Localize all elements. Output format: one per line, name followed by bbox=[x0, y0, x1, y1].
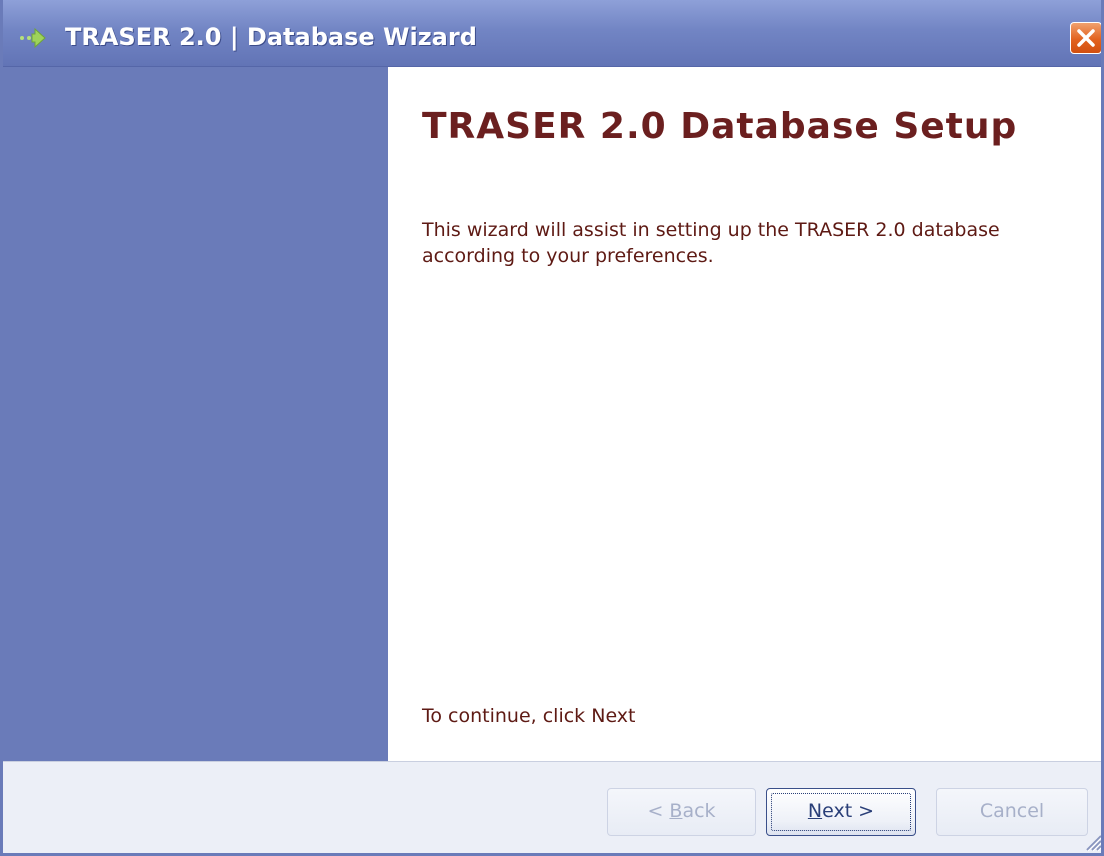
wizard-description: This wizard will assist in setting up th… bbox=[422, 219, 1000, 267]
title-bar[interactable]: TRASER 2.0 | Database Wizard bbox=[3, 0, 1101, 67]
continue-hint: To continue, click Next bbox=[422, 705, 636, 727]
wizard-content: TRASER 2.0 Database Setup This wizard wi… bbox=[388, 67, 1101, 761]
window-title: TRASER 2.0 | Database Wizard bbox=[65, 23, 477, 51]
arrow-right-icon bbox=[19, 26, 59, 50]
cancel-button[interactable]: Cancel bbox=[936, 788, 1088, 836]
close-icon bbox=[1077, 29, 1095, 47]
close-button[interactable] bbox=[1070, 22, 1101, 54]
wizard-side-panel bbox=[3, 67, 388, 761]
next-label: ext > bbox=[822, 800, 875, 822]
page-title: TRASER 2.0 Database Setup bbox=[422, 106, 1018, 147]
wizard-window: TRASER 2.0 | Database Wizard TRASER 2.0 … bbox=[0, 0, 1104, 856]
back-button[interactable]: < Back bbox=[607, 788, 756, 836]
cancel-label: Cancel bbox=[979, 800, 1045, 822]
back-prefix: < bbox=[647, 800, 670, 822]
back-mnemonic: B bbox=[669, 800, 683, 822]
button-bar: < Back Next > Cancel bbox=[3, 761, 1101, 853]
back-label: ack bbox=[682, 800, 716, 822]
resize-grip-icon[interactable] bbox=[1081, 830, 1101, 852]
next-button[interactable]: Next > bbox=[766, 788, 916, 836]
next-mnemonic: N bbox=[807, 800, 823, 822]
